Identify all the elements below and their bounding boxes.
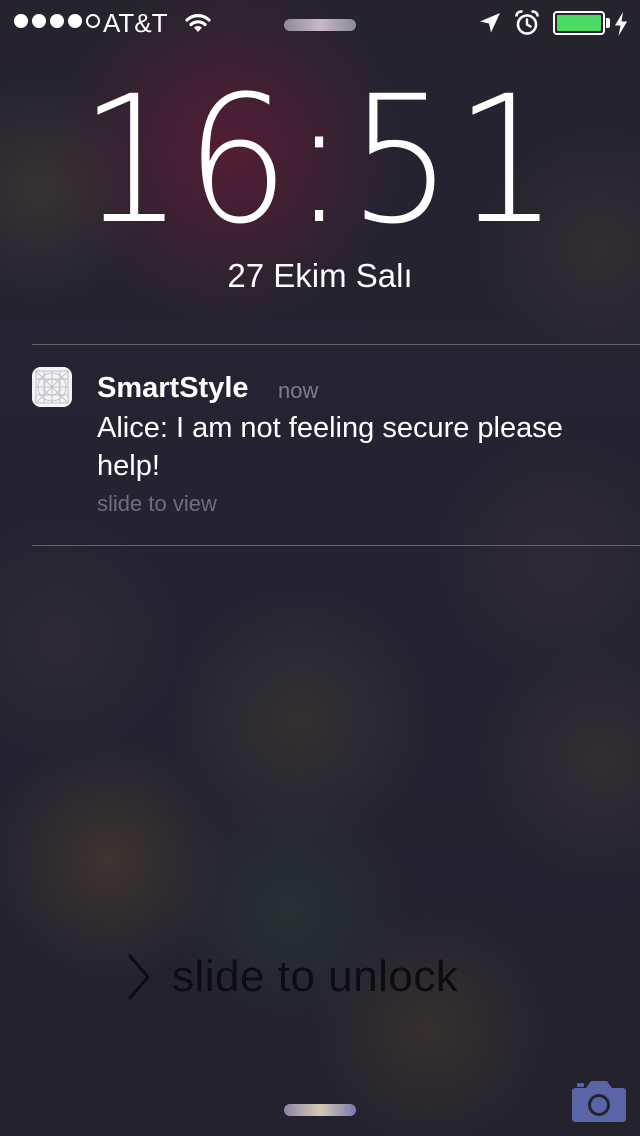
notification-center-grabber[interactable] <box>284 19 356 31</box>
camera-icon[interactable] <box>571 1079 627 1128</box>
lock-screen-date: 27 Ekim Salı <box>227 257 413 294</box>
slide-to-unlock[interactable]: slide to unlock <box>0 950 640 1006</box>
notification-app-name: SmartStyle <box>97 372 249 404</box>
lock-screen-time: 16:51 <box>79 58 561 263</box>
signal-dot-empty <box>86 14 100 28</box>
location-arrow-icon <box>478 11 502 40</box>
chevron-right-icon <box>126 952 152 1007</box>
grid-app-icon <box>32 367 72 407</box>
signal-dot <box>68 14 82 28</box>
notification-slide-hint: slide to view <box>97 491 217 516</box>
signal-dot <box>32 14 46 28</box>
control-center-grabber[interactable] <box>284 1104 356 1116</box>
notification-time: now <box>278 378 319 403</box>
slide-to-unlock-label: slide to unlock <box>172 952 459 1001</box>
signal-strength-indicator <box>14 14 100 28</box>
battery-level <box>557 15 601 31</box>
lightning-bolt-icon <box>614 12 628 41</box>
status-bar: AT&T <box>0 0 640 44</box>
signal-dot <box>14 14 28 28</box>
battery-indicator <box>553 11 605 35</box>
signal-dot <box>50 14 64 28</box>
carrier-name: AT&T <box>103 8 168 38</box>
alarm-clock-icon <box>513 9 541 42</box>
divider <box>32 545 640 546</box>
wifi-icon <box>183 10 213 39</box>
notification-message: Alice: I am not feeling secure please he… <box>97 412 563 482</box>
notification-item[interactable]: SmartStyle now Alice: I am not feeling s… <box>0 345 640 545</box>
battery-tip <box>606 18 610 28</box>
lock-screen: AT&T 16:51 27 Ekim Salı SmartStyle now A… <box>0 0 640 1136</box>
